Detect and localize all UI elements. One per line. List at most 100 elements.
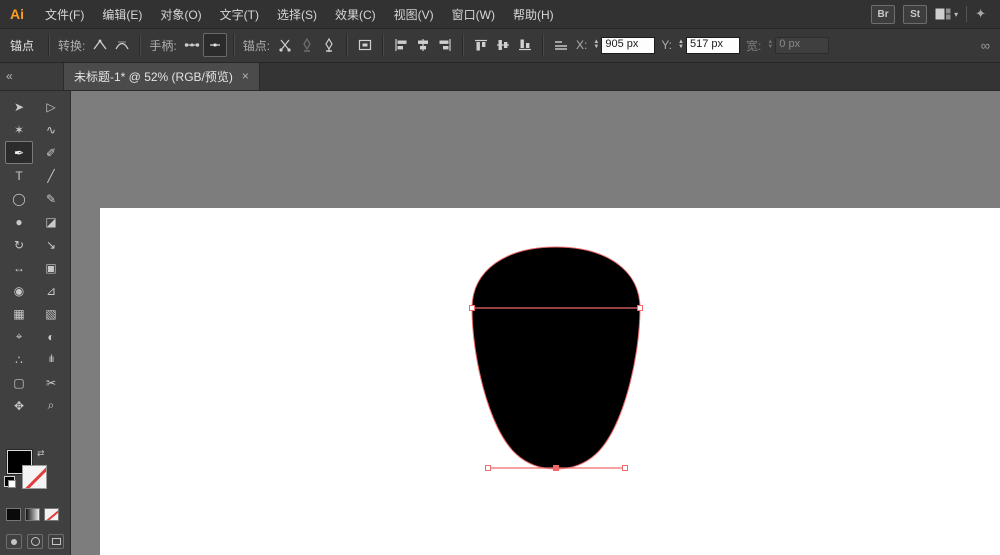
- isolate-selected-object-icon[interactable]: [354, 34, 376, 56]
- menu-edit[interactable]: 编辑(E): [93, 0, 151, 28]
- fill-stroke-block: ⇄: [4, 448, 51, 492]
- blend-tool[interactable]: ◐: [37, 325, 65, 348]
- control-separator: [382, 34, 385, 56]
- width-stepper: ▲ ▼: [767, 39, 774, 50]
- draw-mode-row: [6, 534, 64, 549]
- menu-view[interactable]: 视图(V): [385, 0, 443, 28]
- pen-tool[interactable]: ✒: [5, 141, 33, 164]
- menu-effect[interactable]: 效果(C): [326, 0, 385, 28]
- paintbrush-tool[interactable]: ✐: [37, 141, 65, 164]
- align-top-icon[interactable]: [470, 34, 492, 56]
- selection-tool[interactable]: ➤: [5, 95, 33, 118]
- align-right-icon[interactable]: [434, 34, 456, 56]
- eraser-tool[interactable]: ◪: [37, 210, 65, 233]
- hand-tool[interactable]: ✥: [5, 394, 33, 417]
- anchor-point[interactable]: [469, 305, 475, 311]
- blob-brush-tool[interactable]: ●: [5, 210, 33, 233]
- default-fill-stroke-icon[interactable]: [4, 476, 16, 488]
- rotate-tool[interactable]: ↻: [5, 233, 33, 256]
- menu-select[interactable]: 选择(S): [268, 0, 326, 28]
- show-handles-icon[interactable]: [181, 34, 203, 56]
- direction-handle-point[interactable]: [485, 465, 491, 471]
- line-tool[interactable]: ╱: [37, 164, 65, 187]
- menu-window[interactable]: 窗口(W): [443, 0, 504, 28]
- tab-close-icon[interactable]: ×: [242, 69, 249, 83]
- align-left-icon[interactable]: [390, 34, 412, 56]
- tools-panel: ➤ ▷ ✶ ∿ ✒ ✐ T ╱ ◯ ✎ ● ◪ ↻ ↘ ↔ ▣ ◉ ⊿ ▦ ▧ …: [0, 90, 71, 555]
- sync-icon[interactable]: ✦: [975, 6, 986, 22]
- workspace-switcher[interactable]: ▾: [935, 8, 958, 20]
- constrain-proportions-icon[interactable]: ∞: [981, 38, 990, 53]
- slice-tool[interactable]: ✂: [37, 371, 65, 394]
- menu-help[interactable]: 帮助(H): [504, 0, 563, 28]
- y-input[interactable]: 517 px: [685, 36, 740, 54]
- gradient-tool[interactable]: ▧: [37, 302, 65, 325]
- canvas-area[interactable]: [70, 90, 1000, 555]
- transform-options-icon[interactable]: [550, 34, 572, 56]
- eyedropper-tool[interactable]: ⌖: [5, 325, 33, 348]
- column-graph-tool[interactable]: ılı: [37, 348, 65, 371]
- collapse-panel-button[interactable]: «: [0, 62, 64, 90]
- control-bar: 锚点 转换: 手柄: 锚点: X: ▲ ▼ 905 px Y: ▲ ▼ 517 …: [0, 28, 1000, 63]
- ellipse-tool[interactable]: ◯: [5, 187, 33, 210]
- document-tab-bar: « 未标题-1* @ 52% (RGB/预览) ×: [0, 62, 1000, 91]
- bridge-button[interactable]: Br: [871, 4, 896, 24]
- draw-inside-button[interactable]: [48, 534, 64, 549]
- align-middle-vertical-icon[interactable]: [492, 34, 514, 56]
- menu-type[interactable]: 文字(T): [211, 0, 268, 28]
- menu-object[interactable]: 对象(O): [151, 0, 210, 28]
- anchor-point[interactable]: [637, 305, 643, 311]
- symbol-sprayer-tool[interactable]: ∴: [5, 348, 33, 371]
- mesh-tool[interactable]: ▦: [5, 302, 33, 325]
- x-input[interactable]: 905 px: [601, 36, 656, 54]
- none-slash-icon: [23, 466, 46, 488]
- pencil-tool[interactable]: ✎: [37, 187, 65, 210]
- none-button[interactable]: [44, 508, 59, 521]
- remove-anchor-icon[interactable]: [296, 34, 318, 56]
- add-anchor-icon[interactable]: [318, 34, 340, 56]
- convert-to-smooth-icon[interactable]: [111, 34, 133, 56]
- menu-bar: Ai 文件(F) 编辑(E) 对象(O) 文字(T) 选择(S) 效果(C) 视…: [0, 0, 1000, 29]
- scale-tool[interactable]: ↘: [37, 233, 65, 256]
- x-stepper[interactable]: ▲ ▼: [593, 39, 599, 50]
- workspace-caret-icon: ▾: [954, 9, 959, 19]
- y-stepper[interactable]: ▲ ▼: [678, 39, 684, 50]
- menu-file[interactable]: 文件(F): [36, 0, 93, 28]
- align-center-horizontal-icon[interactable]: [412, 34, 434, 56]
- document-tab[interactable]: 未标题-1* @ 52% (RGB/预览) ×: [64, 62, 260, 90]
- convert-to-corner-icon[interactable]: [89, 34, 111, 56]
- hide-handles-icon[interactable]: [202, 33, 227, 57]
- control-separator: [232, 34, 235, 56]
- illustrator-logo: Ai: [10, 6, 24, 22]
- draw-behind-button[interactable]: [27, 534, 43, 549]
- magic-wand-tool[interactable]: ✶: [5, 118, 33, 141]
- swap-fill-stroke-icon[interactable]: ⇄: [37, 448, 45, 459]
- context-label: 锚点: [10, 38, 35, 53]
- gradient-button[interactable]: [25, 508, 40, 521]
- width-input: 0 px: [775, 36, 830, 54]
- selected-anchor-point[interactable]: [553, 465, 559, 471]
- canvas-svg: [100, 208, 1000, 555]
- document-tab-title: 未标题-1* @ 52% (RGB/预览): [74, 69, 233, 84]
- direct-selection-tool[interactable]: ▷: [37, 95, 65, 118]
- stock-button[interactable]: St: [903, 4, 928, 24]
- perspective-grid-tool[interactable]: ⊿: [37, 279, 65, 302]
- width-label: 宽:: [745, 38, 762, 53]
- zoom-tool[interactable]: ⌕: [37, 394, 65, 417]
- type-tool[interactable]: T: [5, 164, 33, 187]
- stroke-swatch[interactable]: [22, 465, 47, 489]
- artboard-tool[interactable]: ▢: [5, 371, 33, 394]
- control-separator: [462, 34, 465, 56]
- draw-normal-button[interactable]: [6, 534, 22, 549]
- cut-path-icon[interactable]: [274, 34, 296, 56]
- shape-builder-tool[interactable]: ◉: [5, 279, 33, 302]
- handles-label: 手柄:: [149, 38, 177, 53]
- width-tool[interactable]: ↔: [5, 256, 33, 279]
- lasso-tool[interactable]: ∿: [37, 118, 65, 141]
- direction-handle-point[interactable]: [622, 465, 628, 471]
- control-separator: [48, 34, 51, 56]
- free-transform-tool[interactable]: ▣: [37, 256, 65, 279]
- align-bottom-icon[interactable]: [514, 34, 536, 56]
- x-position-field: X: ▲ ▼ 905 px: [574, 36, 656, 54]
- color-button[interactable]: [6, 508, 21, 521]
